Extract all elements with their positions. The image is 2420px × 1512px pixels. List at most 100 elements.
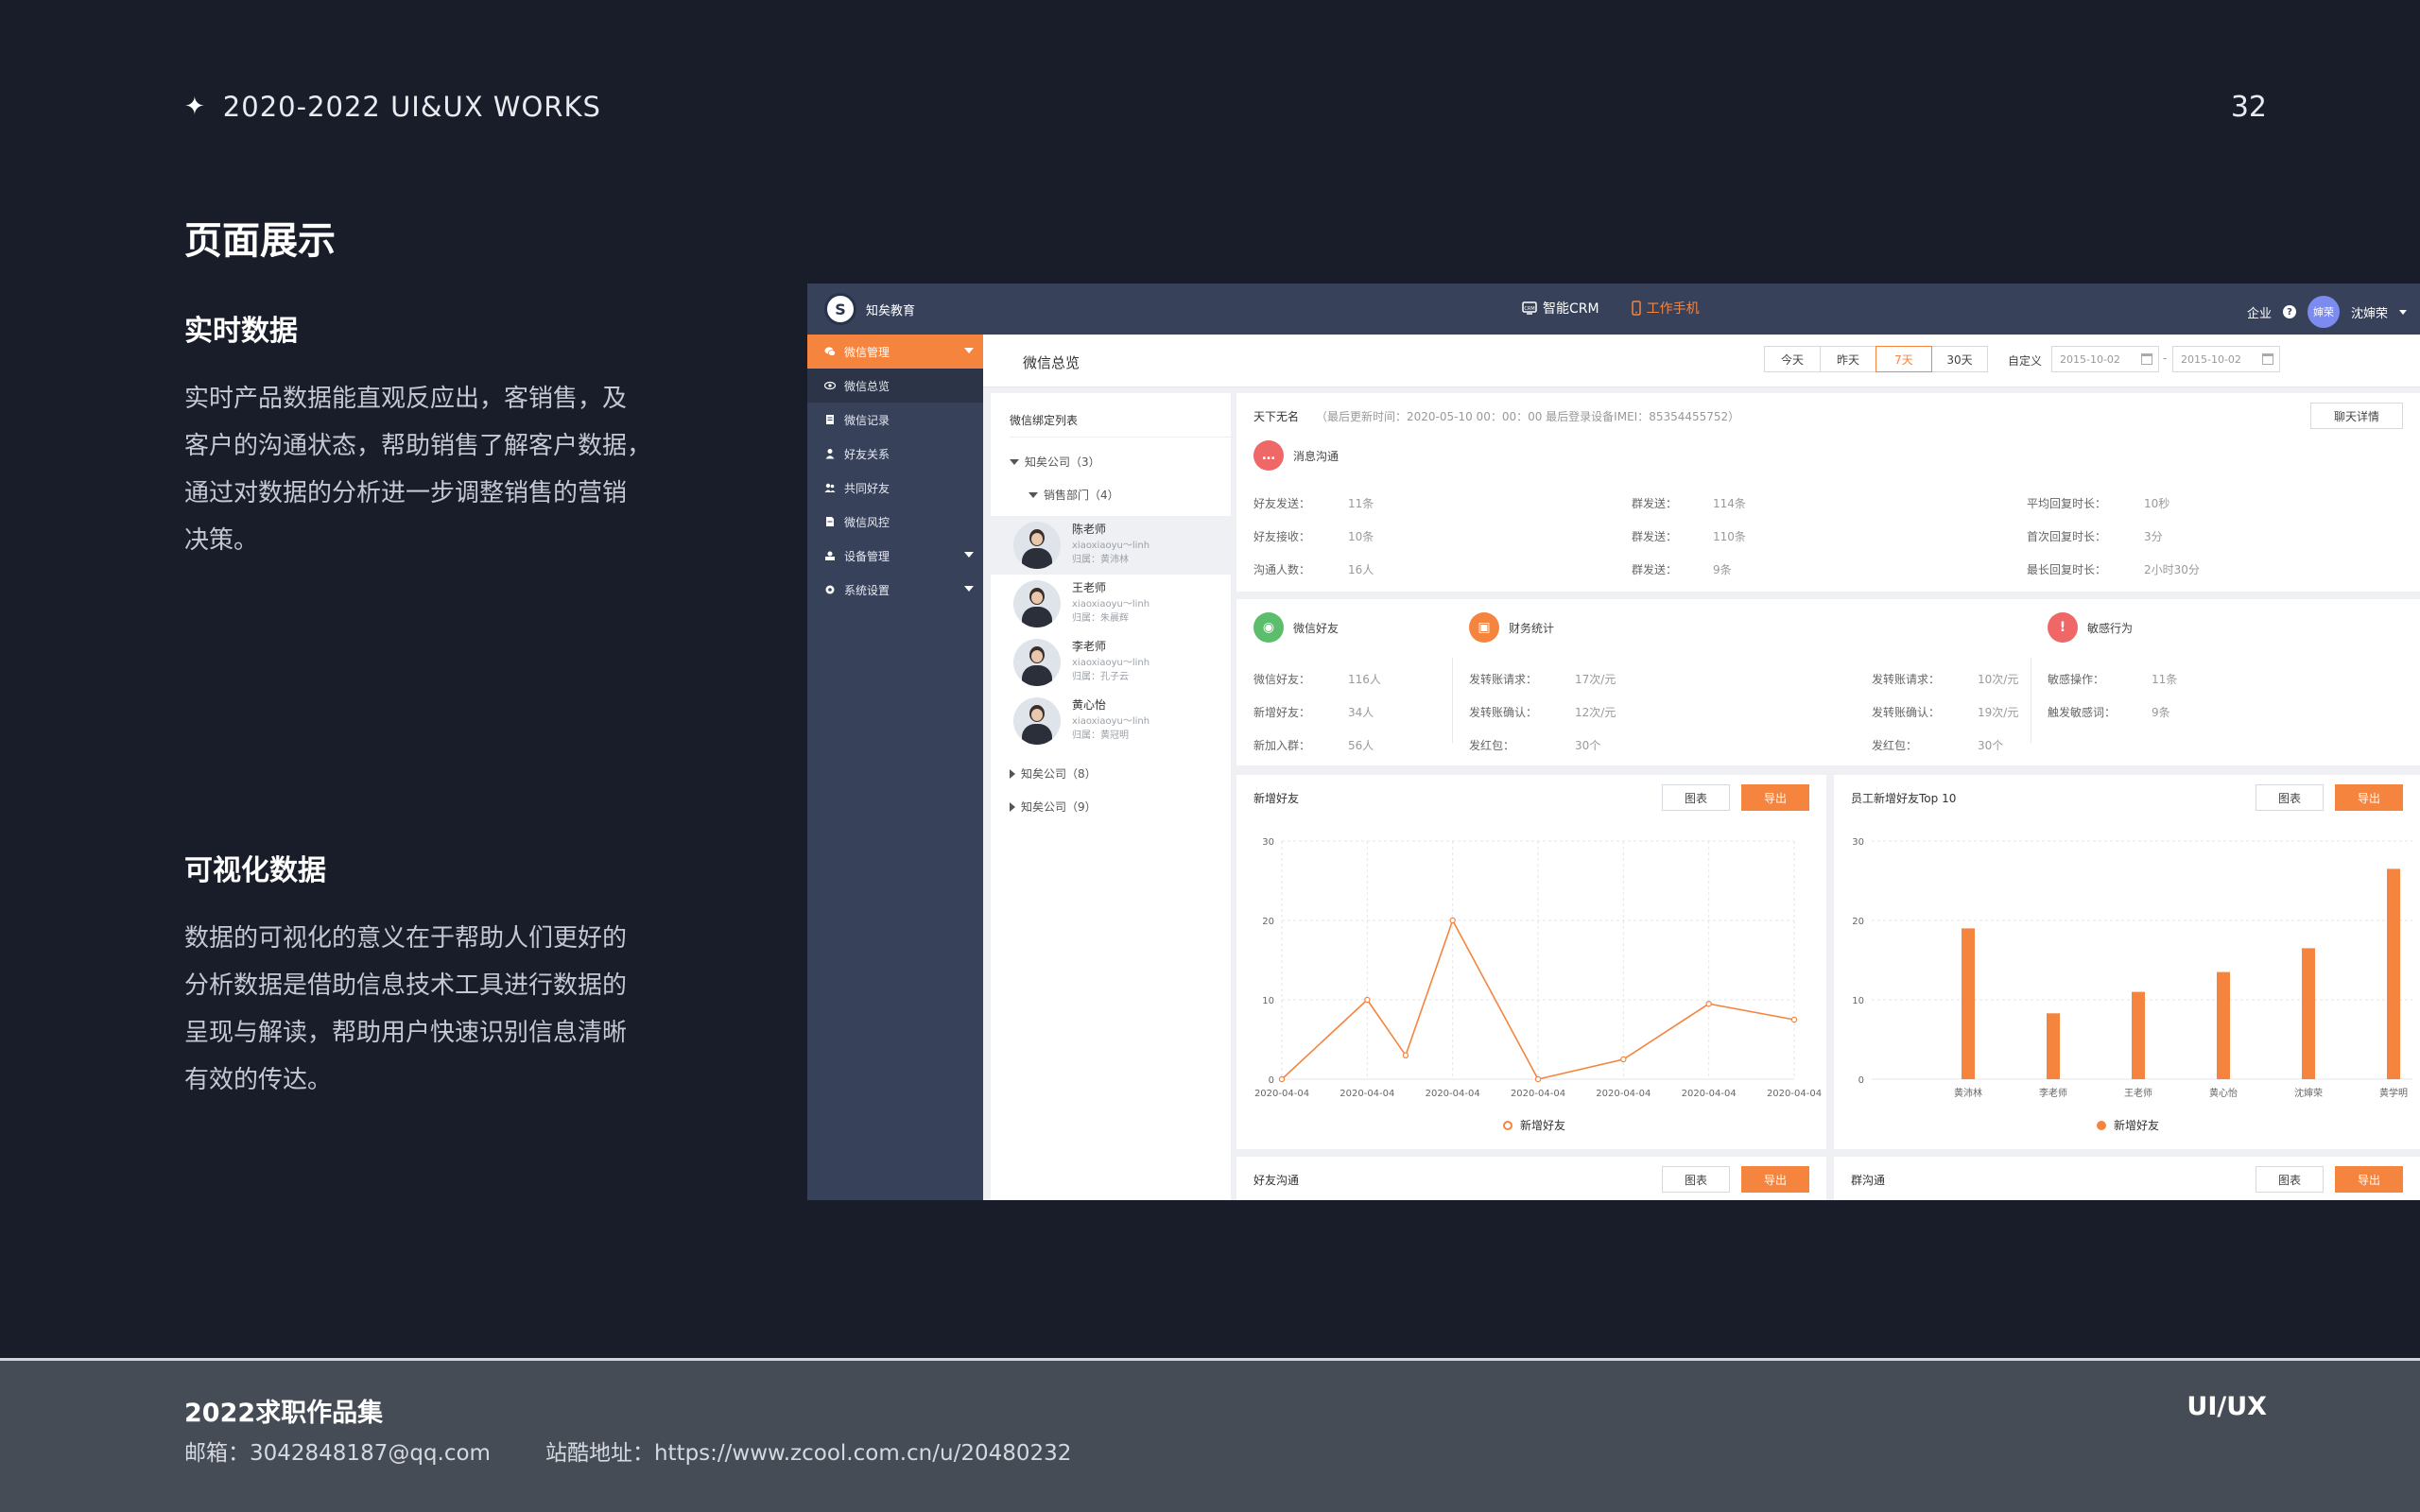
stat-item: 群发送： 114条 [1632, 497, 1746, 510]
contact-site: 站酷地址：https://www.zcool.com.cn/u/20480232 [544, 1441, 1072, 1466]
range-30days[interactable]: 30天 [1931, 346, 1988, 372]
app-topbar: S 知矣教育 CRM 智能CRM 工作手机 企业 ? 婶荣 沈婶荣 [807, 284, 2420, 335]
contact-email: 邮箱：3042848187@qq.com [184, 1441, 491, 1466]
list-item[interactable]: 李老师 xiaoxiaoyu～linh 归属：孔子云 [991, 633, 1231, 692]
tree-company-2[interactable]: 知矣公司（8） [1010, 765, 1097, 782]
range-today[interactable]: 今天 [1764, 346, 1821, 372]
sidebar-item-system-settings[interactable]: 系统设置 [807, 573, 983, 607]
stat-item: 发转账请求： 10次/元 [1872, 673, 2019, 686]
nav-crm[interactable]: CRM 智能CRM [1522, 299, 1599, 318]
wechat-binding-list: 微信绑定列表 知矣公司（3） 销售部门（4） 陈老师 xiaoxiaoyu～li… [991, 393, 1231, 1200]
sidebar-item-common-friends[interactable]: 共同好友 [807, 471, 983, 505]
block-heading: 可视化数据 [184, 854, 326, 887]
app-screenshot: S 知矣教育 CRM 智能CRM 工作手机 企业 ? 婶荣 沈婶荣 微信管理 微… [807, 284, 2420, 1200]
card-title: 群沟通 [1851, 1174, 1886, 1187]
list-item[interactable]: 陈老师 xiaoxiaoyu～linh 归属：黄沛林 [991, 516, 1231, 575]
new-friends-chart-card: 新增好友 图表 导出 0 10 20 30 2020-04-04 2020-04-04 20… [1236, 775, 1826, 1149]
sidebar-item-wechat-risk[interactable]: 微信风控 [807, 505, 983, 539]
x-tick-label: 黄学明 [2379, 1087, 2408, 1099]
phone-icon [1631, 301, 1641, 316]
stat-item: 敏感操作： 11条 [2048, 673, 2178, 686]
sidebar-item-device-manage[interactable]: 设备管理 [807, 539, 983, 573]
stat-item: 好友发送： 11条 [1253, 497, 1374, 510]
tree-node-label: 知矣公司（3） [1025, 455, 1100, 469]
caret-right-icon [1010, 801, 1015, 812]
range-7days[interactable]: 7天 [1876, 346, 1932, 372]
sidebar-item-wechat-overview[interactable]: 微信总览 [807, 369, 983, 403]
message-icon: … [1253, 440, 1284, 471]
sidebar-item-label: 微信记录 [844, 413, 890, 427]
stat-item: 发红包： 30个 [1469, 739, 1601, 752]
chart-view-button[interactable]: 图表 [1662, 1166, 1730, 1193]
crm-icon: CRM [1522, 301, 1537, 315]
list-item[interactable]: 黄心怡 xiaoxiaoyu～linh 归属：黄冠明 [991, 692, 1231, 750]
chat-detail-button[interactable]: 聊天详情 [2310, 403, 2403, 429]
sidebar-item-wechat-manage[interactable]: 微信管理 [807, 335, 983, 369]
range-yesterday[interactable]: 昨天 [1820, 346, 1876, 372]
bar-chart: 0 10 20 30 黄沛林 李老师 王老师 黄心怡 沈婶荣 黄学明 [1852, 837, 2412, 1099]
star-icon: ✦ [184, 93, 206, 121]
avatar [1013, 522, 1061, 569]
friend-finance-card: ◉ 微信好友 ▣ 财务统计 ! 敏感行为 微信好友： 116人 新增好友： 34人 … [1236, 599, 2420, 765]
x-tick-label: 沈婶荣 [2294, 1087, 2323, 1099]
stat-item: 发转账确认： 19次/元 [1872, 706, 2019, 719]
sidebar-item-friend-relation[interactable]: 好友关系 [807, 437, 983, 471]
date-separator: - [2163, 352, 2168, 365]
chevron-down-icon [964, 586, 974, 592]
x-tick-label: 2020-04-04 [1767, 1089, 1822, 1099]
y-tick-label: 10 [1262, 996, 1274, 1006]
chart-view-button[interactable]: 图表 [2256, 1166, 2324, 1193]
friend-comm-card: 好友沟通 图表 导出 [1236, 1157, 1826, 1200]
x-tick-label: 王老师 [2124, 1087, 2152, 1099]
enterprise-link[interactable]: 企业 [2247, 303, 2272, 321]
calendar-icon [2262, 353, 2273, 365]
tree-company-3[interactable]: 知矣公司（9） [1010, 799, 1097, 815]
svg-text:CRM: CRM [1524, 306, 1534, 312]
bar [2302, 948, 2315, 1079]
stat-item: 最长回复时长： 2小时30分 [2027, 563, 2200, 576]
x-tick-label: 2020-04-04 [1682, 1089, 1737, 1099]
date-from-value: 2015-10-02 [2060, 353, 2120, 366]
nav-work-phone[interactable]: 工作手机 [1631, 299, 1700, 318]
group-comm-card: 群沟通 图表 导出 [1834, 1157, 2420, 1200]
data-point [1449, 917, 1456, 924]
brand-logo-icon[interactable]: S [824, 293, 856, 325]
top10-chart-card: 员工新增好友Top 10 图表 导出 0 10 20 30 黄沛林 李老师 王老师 黄心怡 沈婶… [1834, 775, 2420, 1149]
legend-marker [1503, 1120, 1512, 1130]
chevron-down-icon[interactable] [2399, 309, 2407, 315]
footer-tag: UI/UX [2187, 1392, 2267, 1421]
date-from-input[interactable]: 2015-10-02 [2051, 346, 2159, 372]
footer: 2022求职作品集 邮箱：3042848187@qq.com 站酷地址：http… [0, 1358, 2420, 1512]
users-icon [824, 483, 836, 492]
record-icon [826, 415, 834, 424]
person-owner: 归属：朱晨辉 [1072, 613, 1129, 624]
main-header: 微信总览 今天 昨天 7天 30天 自定义 2015-10-02 - 2015-… [983, 335, 2420, 387]
export-button[interactable]: 导出 [2335, 1166, 2403, 1193]
tree-dept[interactable]: 销售部门（4） [1028, 487, 1119, 503]
caret-down-icon [1010, 458, 1019, 465]
avatar[interactable]: 婶荣 [2307, 296, 2340, 328]
person-name: 陈老师 [1072, 523, 1107, 536]
date-to-input[interactable]: 2015-10-02 [2172, 346, 2280, 372]
export-button[interactable]: 导出 [1741, 1166, 1809, 1193]
list-item[interactable]: 王老师 xiaoxiaoyu～linh 归属：朱晨辉 [991, 575, 1231, 633]
nav-crm-label: 智能CRM [1543, 301, 1599, 317]
stat-item: 群发送： 9条 [1632, 563, 1732, 576]
stat-item: 发红包： 30个 [1872, 739, 2004, 752]
wechat-icon: ◉ [1253, 612, 1284, 643]
x-tick-label: 2020-04-04 [1596, 1089, 1651, 1099]
help-icon[interactable]: ? [2282, 305, 2296, 318]
section-label: 微信好友 [1293, 622, 1340, 635]
tree-company-1[interactable]: 知矣公司（3） [1010, 454, 1100, 470]
shield-icon [826, 517, 834, 526]
eye-icon [824, 381, 836, 390]
divider [1452, 658, 1453, 743]
chart-actions: 图表 导出 [1662, 1166, 1809, 1193]
card-title: 好友沟通 [1253, 1174, 1300, 1187]
block-line: 客户的沟通状态，帮助销售了解客户数据， [184, 432, 652, 460]
user-name[interactable]: 沈婶荣 [2351, 303, 2388, 321]
person-id: xiaoxiaoyu～linh [1072, 541, 1150, 551]
footer-title: 2022求职作品集 [184, 1399, 384, 1428]
sidebar-item-wechat-record[interactable]: 微信记录 [807, 403, 983, 437]
bar [2132, 991, 2145, 1079]
